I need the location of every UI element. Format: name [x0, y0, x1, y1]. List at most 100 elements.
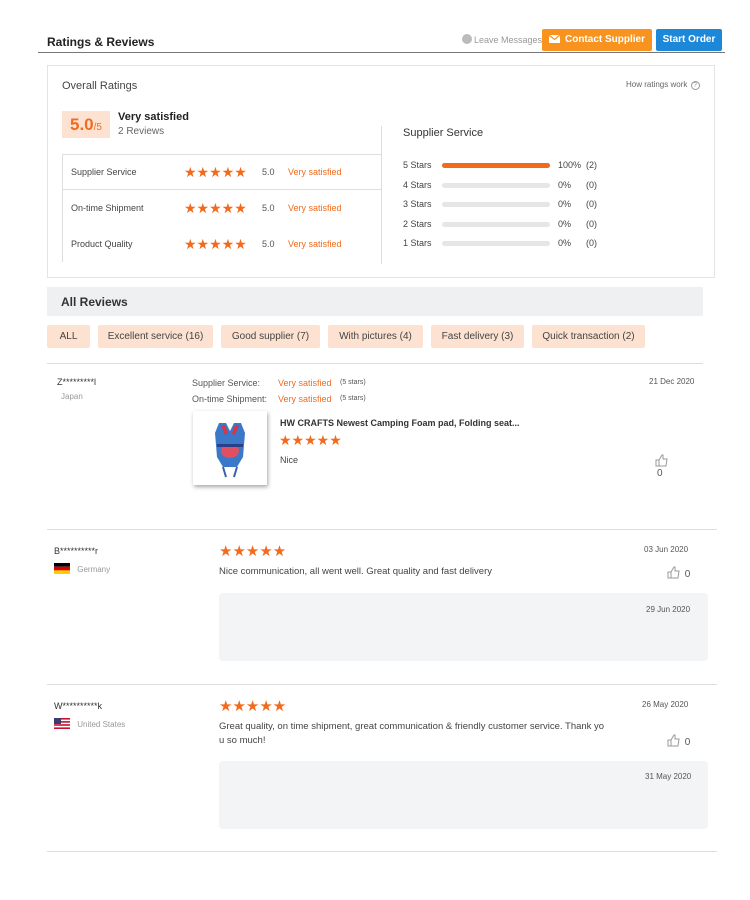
shipment-value: Very satisfied	[278, 394, 332, 404]
distribution-count: (0)	[586, 199, 597, 209]
review-date: 26 May 2020	[642, 700, 689, 709]
filter-excellent-service[interactable]: Excellent service (16)	[98, 325, 213, 348]
distribution-count: (0)	[586, 218, 597, 229]
overall-score-max: /5	[93, 122, 102, 133]
filter-with-pictures[interactable]: With pictures (4)	[328, 325, 423, 348]
how-ratings-work-label: How ratings work	[626, 80, 688, 89]
star-rating: ★★★★★	[184, 164, 247, 180]
divider	[47, 684, 717, 685]
distribution-bar	[442, 241, 550, 246]
reviewer-country: United States	[77, 720, 126, 729]
reply-date: 29 Jun 2020	[646, 605, 691, 614]
page-title: Ratings & Reviews	[47, 35, 155, 49]
supplier-reply-box	[219, 761, 708, 829]
like-count: 0	[684, 737, 691, 748]
like-button[interactable]: 0	[667, 566, 690, 580]
leave-messages-link[interactable]: Leave Messages	[462, 33, 542, 47]
distribution-count: (0)	[586, 179, 597, 190]
category-score: 5.0	[262, 167, 275, 177]
distribution-percent: 0%	[558, 218, 572, 229]
review-rating: ★★★★★	[219, 543, 287, 560]
all-reviews-header	[47, 287, 703, 316]
product-image[interactable]	[193, 411, 267, 485]
germany-flag-icon	[54, 563, 70, 574]
distribution-label: 2 Stars	[403, 218, 432, 229]
contact-supplier-button[interactable]: Contact Supplier	[542, 29, 652, 51]
category-label: Very satisfied	[288, 203, 342, 213]
star-rating: ★★★★★	[184, 200, 247, 216]
reviews-count: 2 Reviews	[118, 126, 165, 137]
shipment-stars: (5 stars)	[340, 395, 366, 402]
vertical-divider	[381, 126, 382, 264]
category-row: Supplier Service ★★★★★ 5.0 Very satisfie…	[71, 164, 371, 181]
service-label: Supplier Service:	[192, 378, 261, 388]
supplier-reply-box	[219, 593, 708, 661]
like-button[interactable]: 0	[655, 454, 668, 479]
filter-good-supplier[interactable]: Good supplier (7)	[221, 325, 320, 348]
distribution-bar	[442, 202, 550, 207]
review-rating: ★★★★★	[279, 432, 342, 448]
review-date: 21 Dec 2020	[649, 377, 695, 386]
distribution-count: (2)	[586, 160, 597, 170]
reviewer-country-row: Germany	[54, 563, 110, 574]
divider	[47, 851, 717, 852]
reviewer-country: Germany	[77, 565, 111, 574]
overall-ratings-heading: Overall Ratings	[62, 80, 138, 92]
thumbs-up-icon	[655, 454, 668, 467]
reviewer-name: Z*********l	[57, 377, 97, 387]
distribution-label: 1 Stars	[403, 238, 432, 248]
category-label: Very satisfied	[288, 239, 342, 249]
start-order-button[interactable]: Start Order	[656, 29, 722, 51]
divider	[47, 363, 703, 364]
product-title[interactable]: HW CRAFTS Newest Camping Foam pad, Foldi…	[280, 418, 520, 428]
distribution-percent: 0%	[558, 199, 572, 209]
filter-fast-delivery[interactable]: Fast delivery (3)	[431, 325, 524, 348]
service-stars: (5 stars)	[340, 379, 366, 386]
leave-messages-label: Leave Messages	[474, 35, 543, 45]
category-row: Product Quality ★★★★★ 5.0 Very satisfied	[71, 236, 371, 253]
mail-icon	[548, 35, 560, 43]
distribution-percent: 0%	[558, 238, 572, 248]
filter-quick-transaction[interactable]: Quick transaction (2)	[532, 325, 645, 348]
reply-date: 31 May 2020	[645, 772, 692, 781]
all-reviews-heading: All Reviews	[61, 295, 128, 309]
like-button[interactable]: 0	[667, 734, 690, 748]
reviewer-country-row: United States	[54, 718, 125, 729]
shipment-label: On-time Shipment:	[192, 394, 268, 404]
contact-supplier-label: Contact Supplier	[564, 34, 645, 45]
overall-score: 5.0	[70, 115, 94, 134]
life-vest-icon	[215, 423, 245, 478]
review-rating: ★★★★★	[219, 698, 287, 715]
overall-score-badge: 5.0/5	[62, 111, 110, 138]
distribution-percent: 0%	[558, 179, 572, 190]
divider	[47, 529, 717, 530]
distribution-bar	[442, 221, 550, 227]
how-ratings-work-link[interactable]: How ratings work ?	[626, 80, 700, 90]
distribution-bar-fill	[442, 163, 550, 168]
category-name: Supplier Service	[71, 167, 137, 177]
like-count: 0	[684, 569, 691, 580]
review-comment-line: u so much!	[219, 735, 266, 746]
thumbs-up-icon	[667, 566, 680, 579]
category-score: 5.0	[262, 203, 275, 213]
review-date: 03 Jun 2020	[644, 545, 689, 554]
distribution-label: 5 Stars	[403, 160, 432, 170]
distribution-label: 4 Stars	[403, 179, 432, 190]
help-icon: ?	[690, 81, 700, 90]
category-label: Very satisfied	[288, 167, 342, 177]
distribution-count: (0)	[586, 238, 597, 248]
review-comment: Great quality, on time shipment, great c…	[219, 720, 604, 748]
overall-label: Very satisfied	[118, 111, 189, 123]
reviewer-name: B**********r	[54, 546, 99, 556]
category-name: Product Quality	[71, 239, 133, 249]
filter-all[interactable]: ALL	[47, 325, 90, 348]
category-name: On-time Shipment	[71, 203, 144, 213]
like-count: 0	[657, 468, 663, 479]
category-divider	[62, 189, 382, 190]
reviewer-name: W**********k	[54, 701, 103, 711]
star-rating: ★★★★★	[184, 236, 247, 252]
chat-icon	[462, 34, 472, 44]
supplier-service-heading: Supplier Service	[403, 127, 484, 139]
category-score: 5.0	[262, 239, 275, 249]
header-divider	[38, 52, 725, 53]
